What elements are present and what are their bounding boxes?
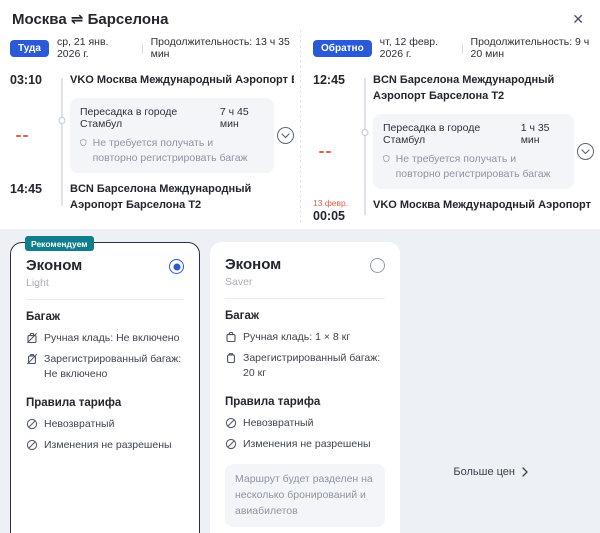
rule-item: Невозвратный — [26, 417, 184, 431]
transfer-box: Пересадка в городе Стамбул 7 ч 45 мин Не… — [70, 97, 274, 174]
prohibited-icon — [225, 417, 237, 428]
chevron-down-icon — [581, 148, 590, 154]
depart-airport: BCN Барселона Международный Аэропорт Бар… — [373, 74, 555, 102]
modal-header: Москва ⇌ Барселона ✕ — [0, 0, 600, 30]
divider — [26, 299, 184, 301]
depart-time: 03:10 — [10, 73, 42, 87]
divider — [225, 298, 385, 300]
leg-outbound-meta: Туда ср, 21 янв. 2026 г. Продолжительнос… — [10, 36, 294, 60]
leg-outbound-timeline: 03:10 VKO Москва Международный Аэропорт … — [10, 73, 294, 214]
divider — [461, 42, 463, 54]
fare-radio-unselected[interactable] — [370, 258, 385, 274]
chevron-right-icon — [522, 467, 528, 477]
transfer-title: Пересадка в городе Стамбул — [80, 105, 178, 130]
transfer-box: Пересадка в городе Стамбул 1 ч 35 мин Не… — [373, 113, 574, 190]
expand-segment-button[interactable] — [577, 143, 594, 161]
fare-subtitle: Saver — [225, 276, 253, 289]
hand-luggage-item: Ручная кладь: 1 × 8 кг — [225, 330, 385, 344]
close-icon[interactable]: ✕ — [570, 10, 586, 28]
transfer-node-icon — [361, 129, 369, 136]
fare-subtitle: Light — [26, 277, 49, 290]
fare-card-light[interactable]: Рекомендуем Эконом Light Багаж Ручная кл… — [10, 236, 200, 533]
suitcase-crossed-icon — [27, 354, 38, 365]
arrive-date: 13 февр. — [313, 198, 349, 209]
timeline-line — [54, 73, 70, 214]
direction-badge: Обратно — [313, 39, 372, 57]
more-prices-button[interactable]: Больше цен — [453, 466, 528, 478]
transfer-duration: 1 ч 35 мин — [520, 121, 550, 146]
leg-return-timeline: 12:45 BCN Барселона Международный Аэропо… — [313, 73, 594, 223]
prohibited-icon — [26, 439, 38, 451]
rules-header: Правила тарифа — [225, 395, 321, 408]
leg-duration: Продолжительность: 9 ч 20 мин — [470, 36, 590, 60]
prohibited-icon — [225, 438, 237, 450]
direction-badge: Туда — [10, 39, 49, 57]
transfer-duration: 7 ч 45 мин — [219, 105, 249, 130]
flight-details-modal: Москва ⇌ Барселона ✕ Туда ср, 21 янв. 20… — [0, 0, 600, 533]
recommended-badge: Рекомендуем — [25, 236, 94, 252]
page-title: Москва ⇌ Барселона — [12, 11, 169, 28]
rules-header: Правила тарифа — [26, 396, 122, 409]
checked-baggage-item: Зарегистрированный багаж: Не включено — [26, 352, 184, 380]
hand-bag-icon — [226, 332, 236, 343]
arrive-time-wrap: 14:45 — [10, 182, 54, 214]
leg-duration: Продолжительность: 13 ч 35 мин — [150, 36, 290, 60]
arrive-airport: VKO Москва Международный Аэропорт Внуков… — [373, 199, 594, 212]
rule-item: Изменения не разрешены — [26, 438, 184, 452]
depart-time: 12:45 — [313, 73, 345, 87]
prohibited-icon — [26, 418, 38, 429]
fare-card-saver[interactable]: Эконом Saver Багаж Ручная кладь: 1 × 8 к… — [210, 242, 400, 533]
hand-luggage-item: Ручная кладь: Не включено — [26, 331, 184, 345]
leg-outbound: Туда ср, 21 янв. 2026 г. Продолжительнос… — [0, 30, 300, 223]
airline-logo-icon — [16, 134, 54, 137]
fare-radio-selected[interactable] — [169, 259, 184, 275]
shield-icon — [383, 154, 390, 163]
baggage-header: Багаж — [26, 311, 61, 324]
leg-date: чт, 12 февр. 2026 г. — [379, 36, 439, 60]
flight-legs: Туда ср, 21 янв. 2026 г. Продолжительнос… — [0, 30, 600, 229]
split-booking-warning: Маршрут будет разделен на несколько брон… — [225, 464, 385, 528]
hand-bag-crossed-icon — [27, 333, 37, 344]
rule-item: Изменения не разрешены — [225, 437, 385, 451]
arrive-time: 14:45 — [10, 182, 42, 197]
fare-title: Эконом — [225, 256, 282, 274]
shield-icon — [80, 139, 87, 147]
arrive-airport: BCN Барселона Международный Аэропорт Бар… — [70, 183, 252, 212]
rule-item: Невозвратный — [225, 416, 385, 430]
transfer-note: Не требуется получать и повторно регистр… — [395, 152, 551, 180]
airline-logo-icon — [319, 150, 357, 153]
leg-return: Обратно чт, 12 февр. 2026 г. Продолжител… — [300, 30, 600, 224]
leg-date: ср, 21 янв. 2026 г. — [56, 36, 109, 60]
divider — [141, 42, 143, 54]
transfer-note: Не требуется получать и повторно регистр… — [92, 136, 248, 164]
chevron-down-icon — [281, 133, 290, 138]
leg-return-meta: Обратно чт, 12 февр. 2026 г. Продолжител… — [313, 36, 594, 60]
arrive-time-wrap: 13 февр. 00:05 — [313, 198, 357, 223]
baggage-header: Багаж — [225, 310, 260, 323]
expand-segment-button[interactable] — [277, 127, 294, 145]
suitcase-icon — [227, 353, 235, 364]
fare-cards: Рекомендуем Эконом Light Багаж Ручная кл… — [10, 236, 590, 533]
fare-title: Эконом — [26, 257, 83, 275]
timeline-line — [357, 73, 373, 223]
fare-selection-section: Рекомендуем Эконом Light Багаж Ручная кл… — [0, 229, 600, 533]
arrive-time: 00:05 — [313, 209, 345, 224]
depart-airport: VKO Москва Международный Аэропорт Внуков… — [70, 74, 294, 86]
checked-baggage-item: Зарегистрированный багаж: 20 кг — [225, 351, 385, 379]
transfer-node-icon — [58, 117, 66, 124]
transfer-title: Пересадка в городе Стамбул — [383, 121, 481, 146]
